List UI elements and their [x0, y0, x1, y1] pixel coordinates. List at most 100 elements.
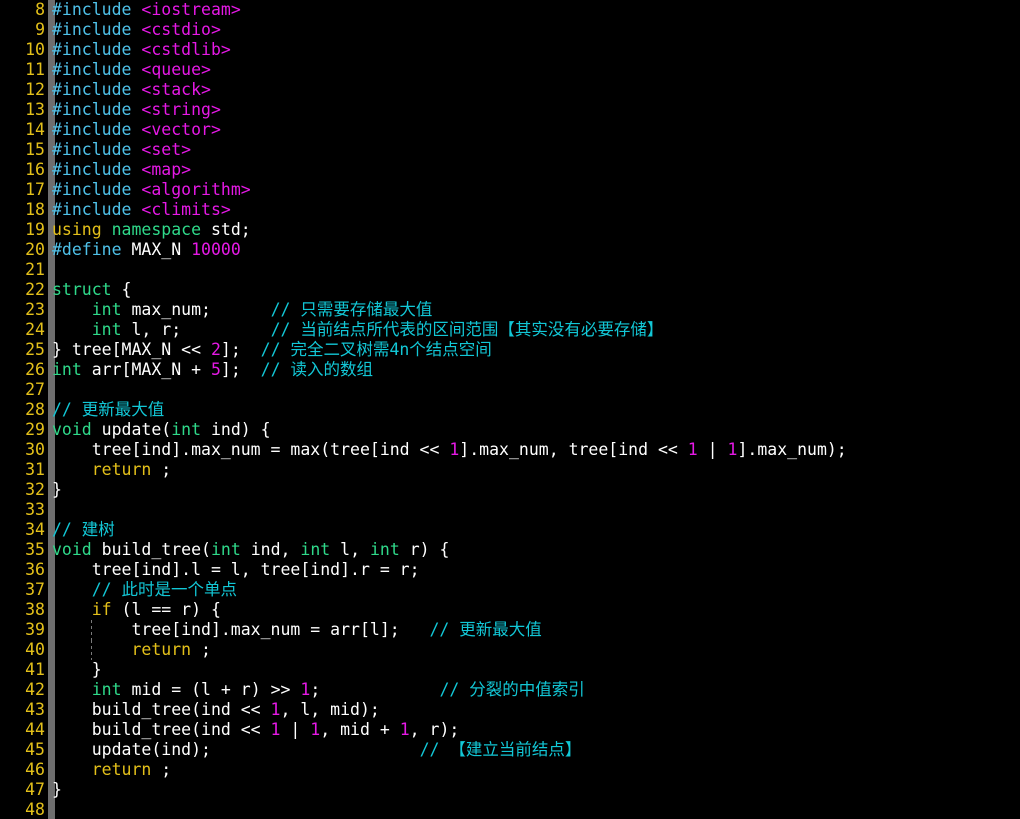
code-line-source[interactable]: #include <string>: [52, 100, 221, 120]
code-line[interactable]: 39 tree[ind].max_num = arr[l]; // 更新最大值: [0, 620, 1020, 640]
code-line-source[interactable]: return ;: [52, 640, 210, 660]
code-line[interactable]: 19 using namespace std;: [0, 220, 1020, 240]
code-line-source[interactable]: #define MAX_N 10000: [52, 240, 241, 260]
code-line[interactable]: 24 int l, r; // 当前结点所代表的区间范围【其实没有必要存储】: [0, 320, 1020, 340]
code-line-source[interactable]: int max_num; // 只需要存储最大值: [52, 300, 433, 320]
line-number: 27: [25, 380, 45, 399]
code-line[interactable]: 28 // 更新最大值: [0, 400, 1020, 420]
code-line[interactable]: 45 update(ind); // 【建立当前结点】: [0, 740, 1020, 760]
code-line-source[interactable]: return ;: [52, 760, 171, 780]
code-line[interactable]: 31 return ;: [0, 460, 1020, 480]
code-token: (l == r) {: [111, 600, 221, 619]
code-line[interactable]: 47}: [0, 780, 1020, 800]
code-line-source[interactable]: }: [52, 780, 62, 800]
code-line[interactable]: 25} tree[MAX_N << 2]; // 完全二叉树需4n个结点空间: [0, 340, 1020, 360]
code-line-source[interactable]: void build_tree(int ind, int l, int r) {: [52, 540, 449, 560]
code-line[interactable]: 48: [0, 800, 1020, 819]
code-line-source[interactable]: }: [52, 660, 102, 680]
code-line[interactable]: 42 int mid = (l + r) >> 1; // 分裂的中值索引: [0, 680, 1020, 700]
line-number: 47: [25, 780, 45, 799]
code-line-source[interactable]: // 更新最大值: [52, 400, 164, 420]
code-token: return: [91, 460, 152, 479]
code-line[interactable]: 8 #include <iostream>: [0, 0, 1020, 20]
code-line-source[interactable]: #include <stack>: [52, 80, 211, 100]
code-token: void: [52, 420, 92, 439]
code-line[interactable]: 12 #include <stack>: [0, 80, 1020, 100]
code-line[interactable]: 27: [0, 380, 1020, 400]
code-line-source[interactable]: tree[ind].max_num = arr[l]; // 更新最大值: [52, 620, 541, 640]
code-line[interactable]: 37 // 此时是一个单点: [0, 580, 1020, 600]
code-token: #include: [52, 0, 132, 19]
code-line-source[interactable]: #include <cstdio>: [52, 20, 221, 40]
code-line[interactable]: 32}: [0, 480, 1020, 500]
code-line[interactable]: 34 // 建树: [0, 520, 1020, 540]
code-line-source[interactable]: #include <set>: [52, 140, 191, 160]
code-line-source[interactable]: int mid = (l + r) >> 1; // 分裂的中值索引: [52, 680, 585, 700]
code-line-source[interactable]: } tree[MAX_N << 2]; // 完全二叉树需4n个结点空间: [52, 340, 492, 360]
code-line[interactable]: 13 #include <string>: [0, 100, 1020, 120]
code-line-source[interactable]: #include <vector>: [52, 120, 221, 140]
code-line-source[interactable]: }: [52, 480, 62, 500]
code-line-source[interactable]: update(ind); // 【建立当前结点】: [52, 740, 582, 760]
code-line[interactable]: 33: [0, 500, 1020, 520]
line-number: 35: [25, 540, 45, 559]
code-line-source[interactable]: void update(int ind) {: [52, 420, 271, 440]
code-line[interactable]: 18 #include <climits>: [0, 200, 1020, 220]
code-line-source[interactable]: build_tree(ind << 1, l, mid);: [52, 700, 380, 720]
code-line-source[interactable]: // 此时是一个单点: [52, 580, 237, 600]
code-editor[interactable]: 8 #include <iostream> 9 #include <cstdio> 10…: [0, 0, 1020, 819]
code-line[interactable]: 16 #include <map>: [0, 160, 1020, 180]
code-line[interactable]: 17 #include <algorithm>: [0, 180, 1020, 200]
code-line[interactable]: 41 }: [0, 660, 1020, 680]
line-number: 36: [25, 560, 45, 579]
code-line[interactable]: 15 #include <set>: [0, 140, 1020, 160]
code-line-source[interactable]: using namespace std;: [52, 220, 251, 240]
code-line[interactable]: 10 #include <cstdlib>: [0, 40, 1020, 60]
code-line[interactable]: 29 void update(int ind) {: [0, 420, 1020, 440]
code-token: int: [91, 320, 122, 339]
code-line-source[interactable]: #include <queue>: [52, 60, 211, 80]
code-token: , l, mid);: [280, 700, 380, 719]
code-line-source[interactable]: struct {: [52, 280, 131, 300]
code-line[interactable]: 46 return ;: [0, 760, 1020, 780]
code-line-source[interactable]: // 建树: [52, 520, 115, 540]
line-number: 39: [25, 620, 45, 639]
code-line[interactable]: 11 #include <queue>: [0, 60, 1020, 80]
code-line-source[interactable]: #include <iostream>: [52, 0, 241, 20]
code-line-source[interactable]: if (l == r) {: [52, 600, 221, 620]
code-line-source[interactable]: tree[ind].max_num = max(tree[ind << 1].m…: [52, 440, 847, 460]
code-token: <stack>: [141, 80, 211, 99]
code-line[interactable]: 43 build_tree(ind << 1, l, mid);: [0, 700, 1020, 720]
code-line[interactable]: 20 #define MAX_N 10000: [0, 240, 1020, 260]
code-line-source[interactable]: #include <cstdlib>: [52, 40, 231, 60]
code-token: update(ind);: [52, 740, 420, 759]
code-line[interactable]: 14 #include <vector>: [0, 120, 1020, 140]
code-line-source[interactable]: #include <climits>: [52, 200, 231, 220]
line-number: 10: [25, 40, 45, 59]
code-line[interactable]: 30 tree[ind].max_num = max(tree[ind << 1…: [0, 440, 1020, 460]
code-line-source[interactable]: return ;: [52, 460, 171, 480]
code-line-source[interactable]: #include <map>: [52, 160, 191, 180]
code-line[interactable]: 22 struct {: [0, 280, 1020, 300]
code-line[interactable]: 23 int max_num; // 只需要存储最大值: [0, 300, 1020, 320]
code-token: std;: [201, 220, 251, 239]
code-line[interactable]: 40 return ;: [0, 640, 1020, 660]
code-line-source[interactable]: int l, r; // 当前结点所代表的区间范围【其实没有必要存储】: [52, 320, 664, 340]
code-line[interactable]: 38 if (l == r) {: [0, 600, 1020, 620]
code-line-source[interactable]: tree[ind].l = l, tree[ind].r = r;: [52, 560, 420, 580]
code-token: ;: [310, 680, 440, 699]
code-line[interactable]: 44 build_tree(ind << 1 | 1, mid + 1, r);: [0, 720, 1020, 740]
code-line[interactable]: 9 #include <cstdio>: [0, 20, 1020, 40]
code-line-source[interactable]: #include <algorithm>: [52, 180, 251, 200]
code-line[interactable]: 26 int arr[MAX_N + 5]; // 读入的数组: [0, 360, 1020, 380]
code-line-source[interactable]: build_tree(ind << 1 | 1, mid + 1, r);: [52, 720, 460, 740]
code-line-source[interactable]: int arr[MAX_N + 5]; // 读入的数组: [52, 360, 373, 380]
code-line[interactable]: 35 void build_tree(int ind, int l, int r)…: [0, 540, 1020, 560]
code-line[interactable]: 21: [0, 260, 1020, 280]
code-token: return: [91, 760, 152, 779]
code-line[interactable]: 36 tree[ind].l = l, tree[ind].r = r;: [0, 560, 1020, 580]
code-token: #include: [52, 140, 132, 159]
